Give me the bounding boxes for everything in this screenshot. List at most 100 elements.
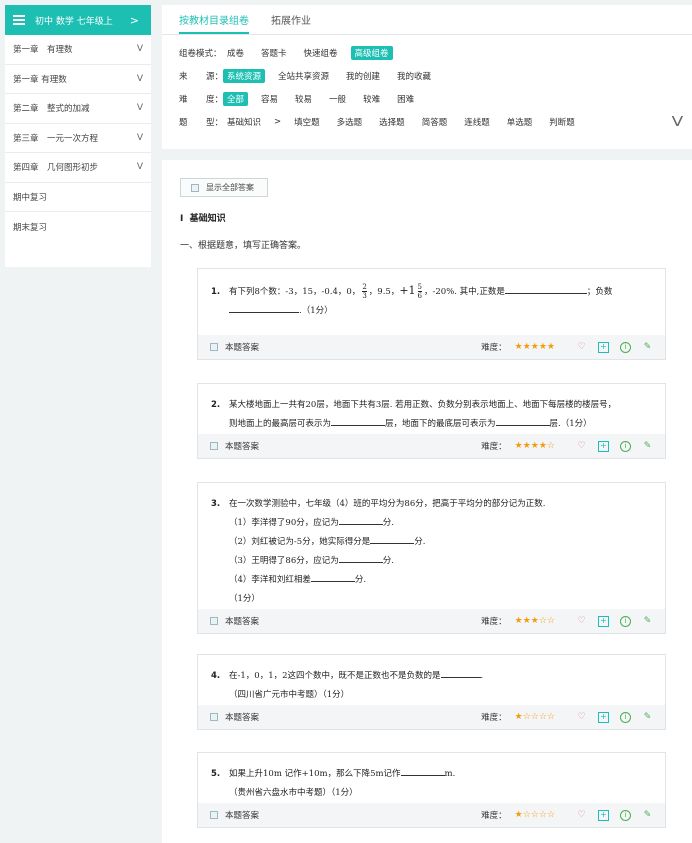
answer-blank[interactable] <box>331 416 386 426</box>
show-answer-toggle[interactable]: 本题答案 <box>210 809 481 821</box>
chevron-right-icon[interactable]: > <box>130 14 139 27</box>
difficulty-stars: ★☆☆☆☆ <box>514 712 555 722</box>
chevron-down-icon[interactable]: V <box>137 44 143 54</box>
show-answer-toggle[interactable]: 本题答案 <box>210 341 481 353</box>
tab-bar: 按教材目录组卷 拓展作业 <box>162 5 692 35</box>
option-short-answer[interactable]: 简答题 <box>418 115 452 129</box>
answer-blank[interactable] <box>338 553 383 563</box>
option-choice[interactable]: 选择题 <box>375 115 409 129</box>
answer-blank[interactable] <box>504 284 587 294</box>
expand-chevron-icon[interactable]: V <box>672 115 684 130</box>
option-fairly-hard[interactable]: 较难 <box>359 92 384 106</box>
answer-blank[interactable] <box>229 303 299 313</box>
sidebar-item-chapter2[interactable]: 第二章 整式的加减 V <box>5 94 151 124</box>
question-list-panel: 显示全部答案 Ⅰ 基础知识 一、根据题意，填写正确答案。 1. 有下列8个数：-3… <box>162 160 692 843</box>
show-answer-toggle[interactable]: 本题答案 <box>210 440 481 452</box>
difficulty-stars: ★★★★☆ <box>514 441 555 451</box>
show-all-answers-button[interactable]: 显示全部答案 <box>180 178 268 197</box>
sidebar-item-label: 第二章 整式的加减 <box>13 104 90 115</box>
option-fairly-easy[interactable]: 较易 <box>291 92 316 106</box>
sidebar-item-chapter3[interactable]: 第三章 一元一次方程 V <box>5 124 151 153</box>
checkbox-icon[interactable] <box>191 183 199 192</box>
heart-icon[interactable]: ♡ <box>576 712 587 723</box>
answer-blank[interactable] <box>370 534 415 544</box>
answer-blank[interactable] <box>310 572 355 582</box>
question-body: 1. 有下列8个数：-3，15，-0.4，0， 2 3 ，9.5，+1 5 6 ，-20%. … <box>211 283 613 316</box>
chevron-down-icon[interactable]: V <box>137 74 143 84</box>
tab-extended-homework[interactable]: 拓展作业 <box>271 12 311 34</box>
option-basic-knowledge[interactable]: 基础知识 <box>223 115 265 129</box>
section-title: Ⅰ 基础知识 <box>180 214 226 224</box>
option-medium[interactable]: 一般 <box>325 92 350 106</box>
add-icon[interactable]: + <box>598 809 609 821</box>
option-mine[interactable]: 我的创建 <box>342 69 384 83</box>
sidebar-item-label: 期中复习 <box>13 192 48 203</box>
question-footer: 本题答案 难度： ★☆☆☆☆ ♡ + i ✎ <box>198 803 665 827</box>
add-icon[interactable]: + <box>598 615 609 627</box>
question-card: 2. 某大楼地面上一共有20层，地面下共有3层. 若用正数、负数分别表示地面上、地… <box>197 383 666 459</box>
option-hard[interactable]: 困难 <box>393 92 418 106</box>
question-body: 2. 某大楼地面上一共有20层，地面下共有3层. 若用正数、负数分别表示地面上、地… <box>211 400 617 429</box>
info-icon[interactable]: i <box>620 809 631 821</box>
answer-blank[interactable] <box>400 766 445 776</box>
edit-icon[interactable]: ✎ <box>642 441 653 452</box>
sidebar-header[interactable]: 初中 数学 七年级上 > <box>5 5 151 35</box>
edit-icon[interactable]: ✎ <box>642 810 653 821</box>
info-icon[interactable]: i <box>620 440 631 452</box>
answer-blank[interactable] <box>338 515 383 525</box>
option-full-paper[interactable]: 成卷 <box>223 46 248 60</box>
heart-icon[interactable]: ♡ <box>576 810 587 821</box>
option-single-choice[interactable]: 单选题 <box>503 115 537 129</box>
info-icon[interactable]: i <box>620 711 631 723</box>
checkbox-icon[interactable] <box>210 617 218 625</box>
edit-icon[interactable]: ✎ <box>642 342 653 353</box>
sidebar-item-midterm[interactable]: 期中复习 <box>5 183 151 212</box>
option-easy[interactable]: 容易 <box>257 92 282 106</box>
option-all[interactable]: 全部 <box>223 92 249 106</box>
show-answer-toggle[interactable]: 本题答案 <box>210 615 481 627</box>
show-answer-toggle[interactable]: 本题答案 <box>210 711 481 723</box>
sidebar-item-final[interactable]: 期末复习 <box>5 212 151 242</box>
option-matching[interactable]: 连线题 <box>460 115 494 129</box>
chevron-down-icon[interactable]: V <box>137 162 143 172</box>
option-multi-choice[interactable]: 多选题 <box>333 115 367 129</box>
tab-textbook-catalog[interactable]: 按教材目录组卷 <box>179 12 249 34</box>
chevron-down-icon[interactable]: V <box>137 133 143 143</box>
checkbox-icon[interactable] <box>210 442 218 450</box>
heart-icon[interactable]: ♡ <box>576 342 587 353</box>
sidebar-item-chapter4[interactable]: 第四章 几何图形初步 V <box>5 153 151 183</box>
checkbox-icon[interactable] <box>210 811 218 819</box>
question-body: 5. 如果上升10m 记作+10m，那么下降5m记作 m. （贵州省六盘水市中考题）… <box>198 753 665 803</box>
option-answer-sheet[interactable]: 答题卡 <box>257 46 291 60</box>
chevron-down-icon[interactable]: V <box>137 103 143 113</box>
answer-blank[interactable] <box>440 668 481 678</box>
checkbox-icon[interactable] <box>210 713 218 721</box>
difficulty-label: 难度： <box>481 713 507 723</box>
option-advanced[interactable]: 高级组卷 <box>350 46 393 60</box>
option-quick[interactable]: 快速组卷 <box>300 46 342 60</box>
difficulty-stars: ★★★★★ <box>514 342 555 352</box>
answer-blank[interactable] <box>495 416 550 426</box>
add-icon[interactable]: + <box>598 341 609 353</box>
edit-icon[interactable]: ✎ <box>642 616 653 627</box>
option-shared[interactable]: 全站共享资源 <box>274 69 333 83</box>
info-icon[interactable]: i <box>620 615 631 627</box>
sidebar-item-chapter1b[interactable]: 第一章 有理数 V <box>5 65 151 94</box>
option-favorites[interactable]: 我的收藏 <box>393 69 435 83</box>
menu-icon[interactable] <box>13 15 25 25</box>
add-icon[interactable]: + <box>598 440 609 452</box>
filter-row-mode: 组卷模式： 成卷 答题卡 快速组卷 高级组卷 <box>179 46 402 60</box>
heart-icon[interactable]: ♡ <box>576 616 587 627</box>
add-icon[interactable]: + <box>598 711 609 723</box>
option-system[interactable]: 系统资源 <box>223 69 266 83</box>
edit-icon[interactable]: ✎ <box>642 712 653 723</box>
question-body: 4. 在-1，0，1，2这四个数中，既不是正数也不是负数的是. （四川省广元市中考… <box>198 655 665 705</box>
info-icon[interactable]: i <box>620 341 631 353</box>
option-true-false[interactable]: 判断题 <box>545 115 579 129</box>
sidebar-item-chapter1[interactable]: 第一章 有理数 V <box>5 35 151 65</box>
option-fill-blank[interactable]: 填空题 <box>290 115 324 129</box>
heart-icon[interactable]: ♡ <box>576 441 587 452</box>
difficulty-label: 难度： <box>481 343 507 353</box>
checkbox-icon[interactable] <box>210 343 218 351</box>
difficulty-stars: ★★★☆☆ <box>514 616 555 626</box>
